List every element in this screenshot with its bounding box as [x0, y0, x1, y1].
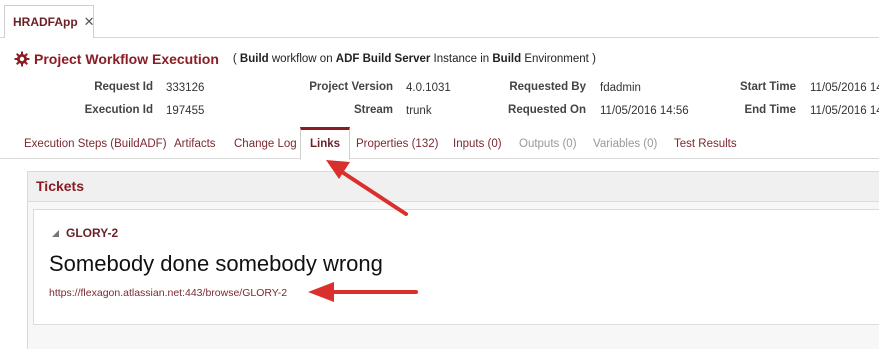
subtitle-server: ADF Build Server — [335, 53, 431, 65]
requested-by-label: Requested By — [509, 81, 586, 93]
ticket-card: GLORY-2 Somebody done somebody wrong htt… — [33, 209, 879, 325]
subtitle-environment: Build — [492, 53, 522, 65]
stream-value: trunk — [406, 105, 432, 117]
tab-execution-steps[interactable]: Execution Steps (BuildADF) — [24, 138, 167, 150]
end-time-value: 11/05/2016 14 — [810, 105, 879, 117]
tickets-panel: Tickets GLORY-2 Somebody done somebody w… — [27, 171, 879, 349]
subtitle-open: ( — [232, 53, 240, 65]
end-time-label: End Time — [744, 104, 796, 116]
execution-info: Request Id 333126 Execution Id 197455 Pr… — [0, 81, 879, 121]
requested-on-value: 11/05/2016 14:56 — [600, 105, 689, 117]
start-time-value: 11/05/2016 14 — [810, 82, 879, 94]
ticket-key-label: GLORY-2 — [66, 226, 119, 240]
tab-links[interactable]: Links — [300, 127, 351, 160]
project-version-value: 4.0.1031 — [406, 82, 451, 94]
top-tab-bar: HRADFApp ✕ — [0, 0, 879, 38]
execution-id-value: 197455 — [166, 105, 205, 117]
execution-id-label: Execution Id — [84, 104, 153, 116]
requested-by-value: fdadmin — [600, 82, 641, 94]
request-id-value: 333126 — [166, 82, 205, 94]
tab-change-log[interactable]: Change Log — [234, 138, 297, 150]
requested-on-label: Requested On — [508, 104, 586, 116]
subtitle-build: Build — [239, 53, 269, 65]
subtitle-text: workflow on — [268, 53, 336, 65]
tab-properties[interactable]: Properties (132) — [356, 138, 438, 150]
gear-icon — [14, 51, 30, 67]
tab-outputs[interactable]: Outputs (0) — [519, 138, 577, 150]
app-tab[interactable]: HRADFApp ✕ — [4, 5, 95, 38]
tab-artifacts[interactable]: Artifacts — [174, 138, 216, 150]
request-id-label: Request Id — [94, 81, 153, 93]
tickets-panel-header: Tickets — [28, 172, 879, 202]
subtitle-close: Environment ) — [521, 53, 596, 65]
page-subtitle: ( Build workflow on ADF Build Server Ins… — [233, 53, 596, 65]
tab-test-results[interactable]: Test Results — [674, 138, 737, 150]
stream-label: Stream — [354, 104, 393, 116]
ticket-summary: Somebody done somebody wrong — [49, 251, 383, 276]
collapse-triangle-icon[interactable] — [52, 229, 59, 237]
tab-variables[interactable]: Variables (0) — [593, 138, 657, 150]
page-title: Project Workflow Execution — [34, 51, 219, 67]
subtitle-text: Instance in — [430, 53, 493, 65]
start-time-label: Start Time — [739, 81, 796, 93]
tickets-title: Tickets — [36, 178, 84, 194]
close-icon[interactable]: ✕ — [84, 14, 95, 30]
project-version-label: Project Version — [309, 81, 393, 93]
ticket-key[interactable]: GLORY-2 — [52, 226, 118, 240]
page-header: Project Workflow Execution ( Build workf… — [14, 51, 596, 67]
ticket-link[interactable]: https://flexagon.atlassian.net:443/brows… — [49, 287, 287, 299]
tab-inputs[interactable]: Inputs (0) — [453, 138, 502, 150]
detail-tabs: Execution Steps (BuildADF) Artifacts Cha… — [0, 127, 879, 160]
app-tab-label: HRADFApp — [13, 15, 78, 29]
